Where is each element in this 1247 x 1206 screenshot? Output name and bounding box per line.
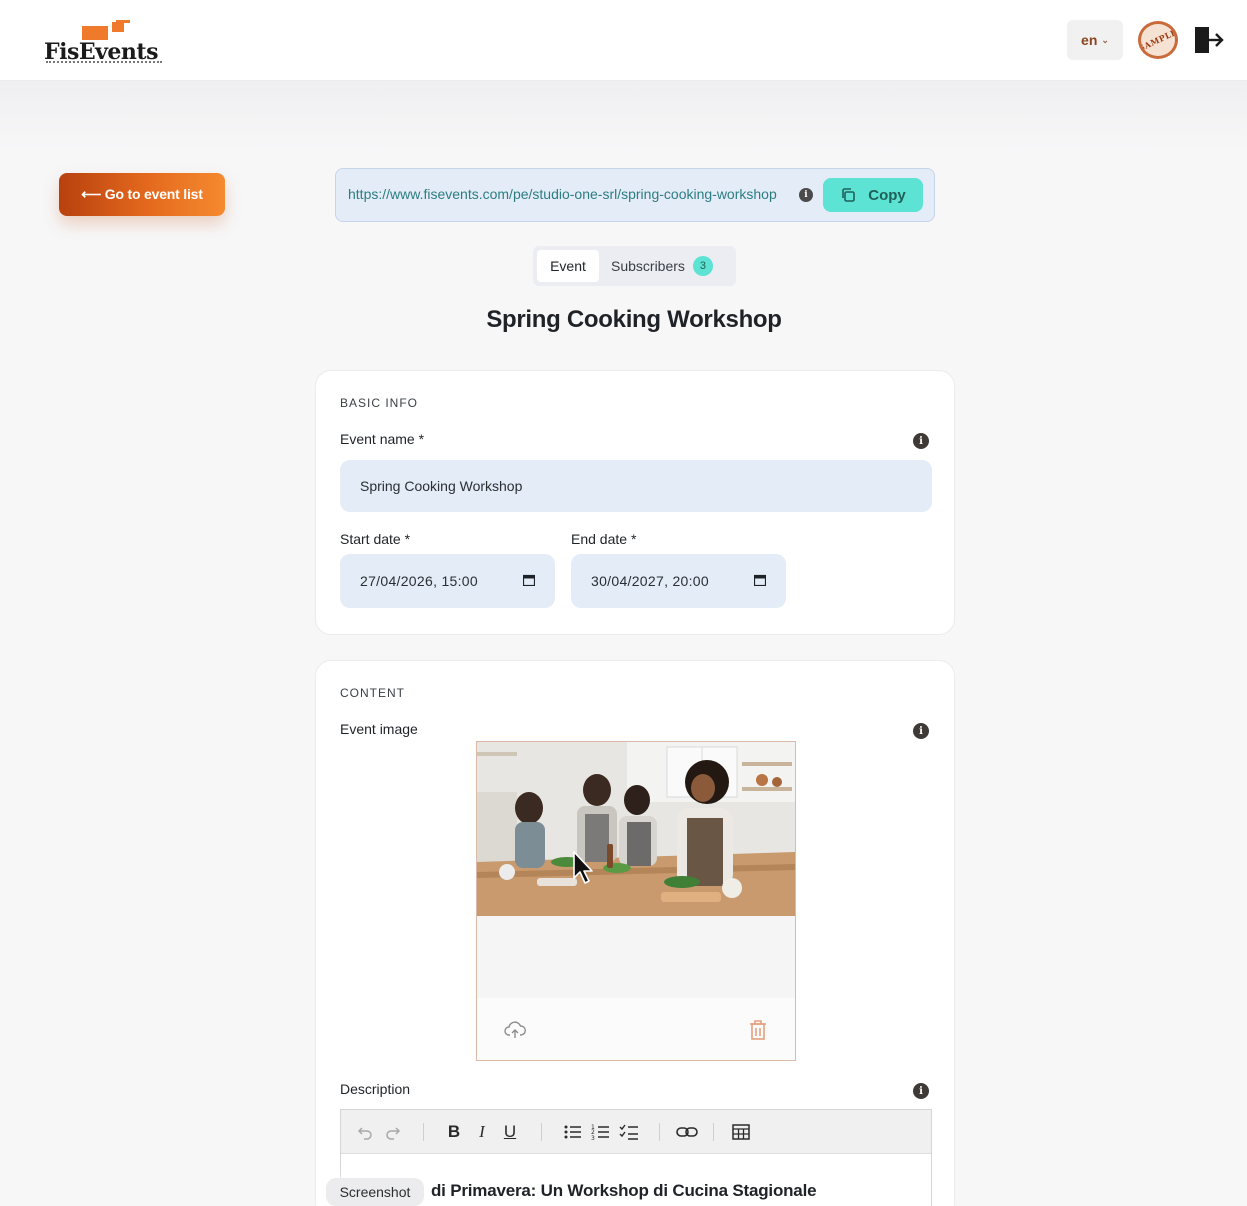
- start-date-value: 27/04/2026, 15:00: [360, 573, 478, 589]
- logo-mark-icon: [82, 20, 130, 40]
- link-icon[interactable]: [675, 1120, 699, 1144]
- redo-icon[interactable]: [381, 1120, 405, 1144]
- content-heading: CONTENT: [340, 686, 405, 700]
- description-label: Description: [340, 1081, 411, 1097]
- end-date-input[interactable]: 30/04/2027, 20:00: [571, 554, 786, 608]
- logout-icon[interactable]: [1193, 24, 1225, 56]
- calendar-icon[interactable]: [523, 574, 535, 586]
- header-gradient-band: [0, 81, 1247, 151]
- italic-icon: I: [479, 1122, 485, 1141]
- bold-button[interactable]: B: [442, 1120, 466, 1144]
- plan-stamp-icon: SAMPLE: [1138, 21, 1178, 59]
- description-content[interactable]: di Primavera: Un Workshop di Cucina Stag…: [341, 1155, 931, 1206]
- calendar-icon[interactable]: [754, 574, 766, 586]
- logo-underline: [46, 61, 162, 63]
- trash-icon[interactable]: [747, 1018, 769, 1042]
- tab-subscribers-label: Subscribers: [611, 258, 685, 274]
- page-title: Spring Cooking Workshop: [486, 306, 782, 333]
- fisevents-logo[interactable]: FisEvents: [44, 14, 168, 66]
- event-image-preview: [477, 742, 795, 916]
- subscribers-count-badge: 3: [692, 256, 713, 276]
- event-image-uploader[interactable]: [476, 741, 796, 1061]
- svg-text:3: 3: [591, 1135, 595, 1141]
- content-card: CONTENT Event image i Description i B I …: [315, 660, 955, 1206]
- bullet-list-icon[interactable]: [561, 1120, 585, 1144]
- basic-info-card: BASIC INFO Event name * i Spring Cooking…: [315, 370, 955, 635]
- copy-label: Copy: [868, 186, 906, 204]
- copy-icon: [842, 188, 856, 202]
- go-to-event-list-button[interactable]: ⟵ Go to event list: [59, 173, 225, 216]
- event-name-input[interactable]: Spring Cooking Workshop: [340, 460, 932, 512]
- event-name-info-icon[interactable]: i: [913, 433, 929, 449]
- description-info-icon[interactable]: i: [913, 1083, 929, 1099]
- event-image-label: Event image: [340, 721, 418, 737]
- underline-button[interactable]: U: [498, 1120, 522, 1144]
- copy-url-button[interactable]: Copy: [823, 178, 923, 212]
- language-value: en: [1081, 32, 1098, 48]
- tab-event[interactable]: Event: [537, 250, 599, 282]
- event-tabs: Event Subscribers 3: [533, 246, 736, 286]
- event-image-info-icon[interactable]: i: [913, 723, 929, 739]
- image-actions-bar: [477, 998, 795, 1060]
- basic-info-heading: BASIC INFO: [340, 396, 419, 410]
- description-editor: B I U 123 di Primavera: Un Workshop di C…: [340, 1109, 932, 1206]
- tab-subscribers[interactable]: Subscribers 3: [603, 250, 731, 282]
- table-icon[interactable]: [729, 1120, 753, 1144]
- start-date-input[interactable]: 27/04/2026, 15:00: [340, 554, 555, 608]
- end-date-label: End date *: [571, 531, 637, 547]
- start-date-label: Start date *: [340, 531, 411, 547]
- info-icon[interactable]: i: [799, 188, 813, 202]
- language-selector[interactable]: en ⌄: [1067, 20, 1123, 60]
- editor-toolbar: B I U 123: [341, 1110, 931, 1154]
- cloud-upload-icon[interactable]: [503, 1018, 527, 1042]
- description-heading: di Primavera: Un Workshop di Cucina Stag…: [431, 1181, 817, 1200]
- chevron-down-icon: ⌄: [1101, 34, 1109, 45]
- event-name-label: Event name *: [340, 431, 425, 447]
- public-url-text[interactable]: https://www.fisevents.com/pe/studio-one-…: [348, 186, 792, 202]
- undo-icon[interactable]: [353, 1120, 377, 1144]
- underline-icon: U: [503, 1122, 517, 1141]
- italic-button[interactable]: I: [470, 1120, 494, 1144]
- end-date-value: 30/04/2027, 20:00: [591, 573, 709, 589]
- top-bar: FisEvents en ⌄ SAMPLE: [0, 0, 1247, 81]
- numbered-list-icon[interactable]: 123: [589, 1120, 613, 1144]
- screenshot-tooltip: Screenshot: [326, 1178, 424, 1206]
- checklist-icon[interactable]: [617, 1120, 641, 1144]
- public-url-bar: https://www.fisevents.com/pe/studio-one-…: [335, 168, 935, 222]
- image-empty-area: [477, 916, 795, 998]
- bold-icon: B: [447, 1122, 461, 1141]
- stamp-text: SAMPLE: [1138, 26, 1178, 54]
